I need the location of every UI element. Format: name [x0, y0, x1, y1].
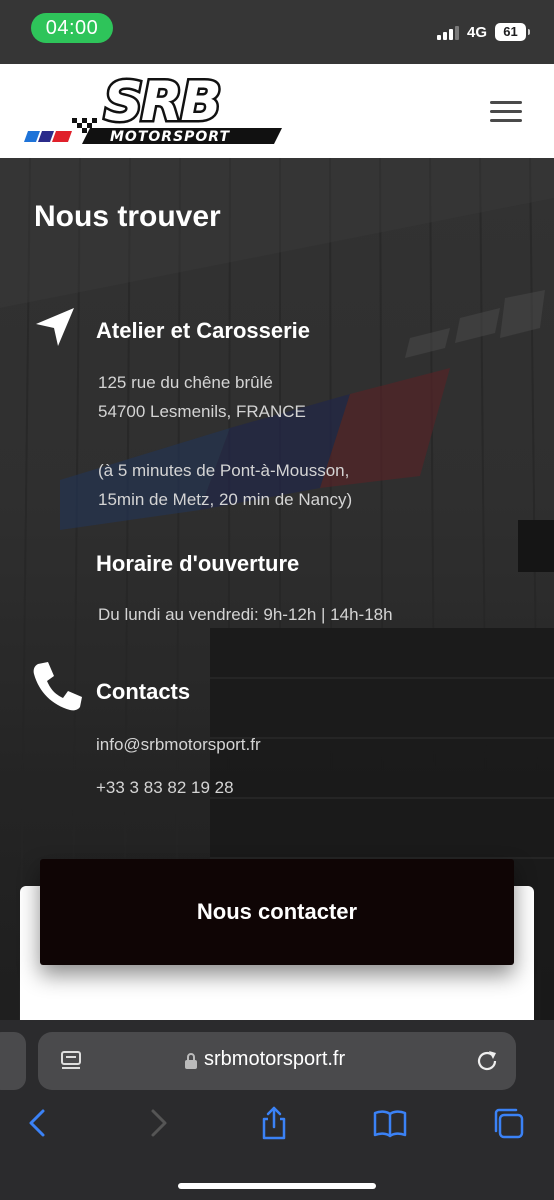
contact-us-button[interactable]: Nous contacter — [40, 859, 514, 965]
previous-tab-preview[interactable] — [0, 1032, 26, 1090]
site-header: SRB SRB MOTORSPORT — [0, 64, 554, 158]
contacts-heading: Contacts — [96, 679, 191, 704]
share-icon[interactable] — [256, 1105, 292, 1141]
navigation-arrow-icon — [36, 308, 74, 346]
hamburger-menu-icon[interactable] — [490, 101, 522, 123]
lock-icon — [185, 1053, 197, 1069]
address-line-2: 54700 Lesmenils, FRANCE — [98, 402, 306, 421]
logo-motorsport-text: MOTORSPORT — [110, 129, 230, 145]
status-bar: 04:00 4G 61 — [0, 0, 554, 64]
srb-motorsport-logo[interactable]: SRB SRB MOTORSPORT — [20, 76, 292, 146]
reload-icon[interactable] — [475, 1049, 499, 1073]
contact-phone[interactable]: +33 3 83 82 19 28 — [96, 773, 234, 802]
page-title: Nous trouver — [34, 200, 221, 233]
phone-icon — [33, 662, 82, 711]
status-time: 04:00 — [31, 13, 113, 43]
tabs-icon[interactable] — [490, 1105, 526, 1141]
address-line-1: 125 rue du chêne brûlé — [98, 373, 273, 392]
location-note-line-1: (à 5 minutes de Pont-à-Mousson, — [98, 461, 350, 480]
battery-level: 61 — [495, 23, 530, 41]
logo-srb-fill: SRB — [104, 76, 220, 133]
find-us-section: Nous trouver Atelier et Carosserie 125 r… — [0, 158, 554, 1020]
hours-heading: Horaire d'ouverture — [96, 551, 300, 576]
signal-strength-icon — [437, 24, 461, 40]
forward-icon[interactable] — [140, 1105, 176, 1141]
back-icon[interactable] — [20, 1105, 56, 1141]
contact-email[interactable]: info@srbmotorsport.fr — [96, 730, 261, 759]
browser-bottom-bar: srbmotorsport.fr — [0, 1020, 554, 1200]
page-menu-icon[interactable] — [60, 1050, 82, 1072]
url-text[interactable]: srbmotorsport.fr — [204, 1048, 345, 1071]
network-type: 4G — [467, 24, 488, 41]
bookmarks-icon[interactable] — [372, 1105, 408, 1141]
location-note-line-2: 15min de Metz, 20 min de Nancy) — [98, 490, 353, 509]
workshop-heading: Atelier et Carosserie — [96, 318, 310, 343]
home-indicator — [178, 1183, 376, 1189]
opening-hours: Du lundi au vendredi: 9h-12h | 14h-18h — [98, 605, 393, 624]
address-bar[interactable]: srbmotorsport.fr — [38, 1032, 516, 1090]
